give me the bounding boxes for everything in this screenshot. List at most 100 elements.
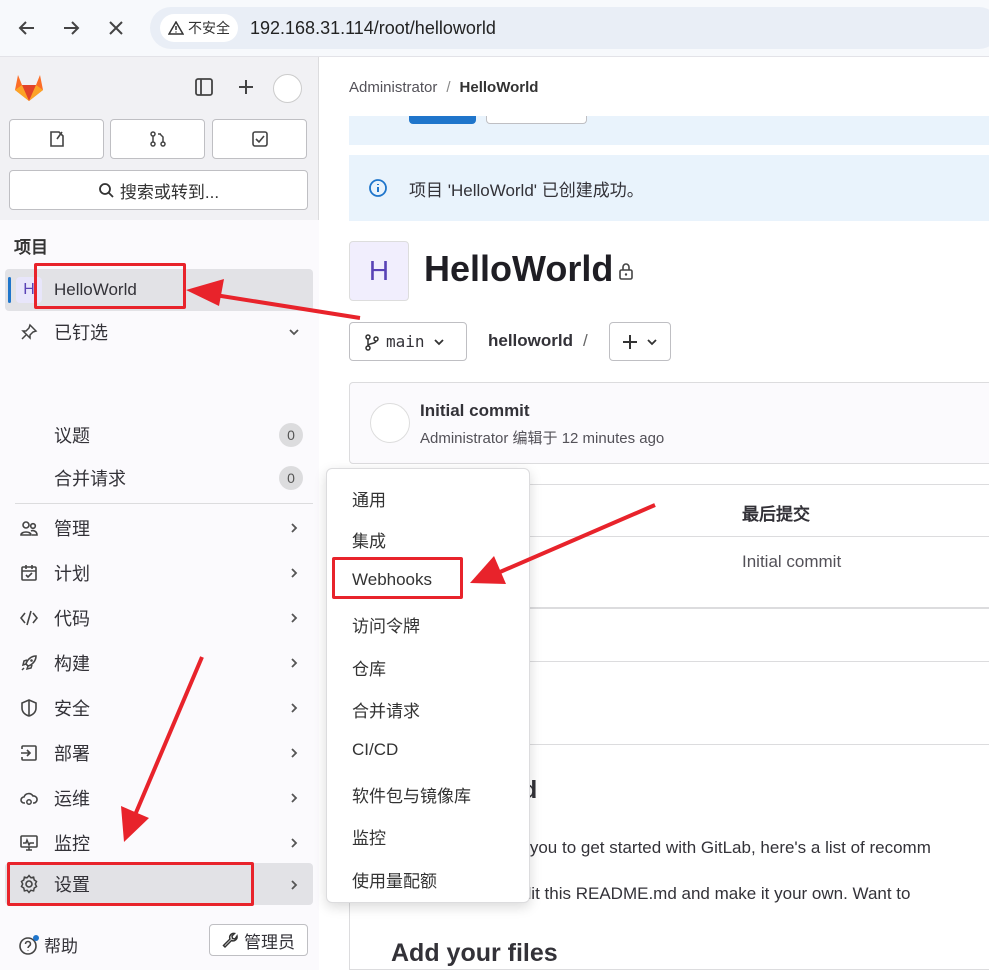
help-label: 帮助 [44,937,78,956]
issues-label: 议题 [54,426,90,446]
sidebar-item-build[interactable]: 构建 [5,643,313,683]
stop-loading-icon[interactable] [102,14,130,42]
commit-author-avatar[interactable] [370,403,410,443]
sidebar-nav: 项目 H HelloWorld 已钉选 议题 0 合并请求 0 管理 计划 代码… [0,220,319,970]
merge-request-icon [149,131,166,147]
merge-requests-button[interactable] [110,119,205,159]
chevron-right-icon [287,564,301,585]
monitor-label: 监控 [54,834,90,854]
back-icon[interactable] [13,14,41,42]
banner-primary-button[interactable] [409,116,476,124]
issues-count-badge: 0 [279,423,303,447]
pinned-label: 已钉选 [54,323,108,343]
project-avatar: H [349,241,409,301]
cloud-gear-icon [17,786,41,810]
repo-path-root[interactable]: helloworld [488,331,573,350]
users-icon [17,516,41,540]
issues-icon [49,131,64,147]
search-label: 搜索或转到... [119,182,220,202]
readme-paragraph: or you to get started with GitLab, here'… [510,838,931,857]
merge-requests-count-badge: 0 [279,466,303,490]
issues-button[interactable] [9,119,104,159]
user-avatar[interactable] [273,74,302,103]
menu-item-usage-quotas[interactable]: 使用量配额 [352,867,437,892]
branch-name: main [386,332,425,351]
alert-text: 项目 'HelloWorld' 已创建成功。 [409,180,644,200]
sidebar-item-pinned[interactable]: 已钉选 [5,312,313,352]
add-to-tree-button[interactable] [609,322,671,361]
breadcrumb-parent[interactable]: Administrator [349,79,437,96]
deploy-label: 部署 [54,744,90,764]
sidebar-item-plan[interactable]: 计划 [5,553,313,593]
repo-path-separator: / [583,331,588,350]
chevron-down-icon [287,323,301,344]
menu-item-access-tokens[interactable]: 访问令牌 [352,612,420,637]
annotation-box-settings [7,862,254,906]
repo-path: helloworld / [488,331,588,351]
settings-flyout-menu: 通用 集成 Webhooks 访问令牌 仓库 合并请求 CI/CD 软件包与镜像… [326,468,530,903]
banner-remnant [349,116,989,145]
calendar-icon [17,561,41,585]
plan-label: 计划 [54,564,90,584]
chevron-right-icon [287,744,301,765]
banner-secondary-button[interactable] [486,116,587,124]
chevron-down-icon [433,338,444,345]
admin-button[interactable]: 管理员 [209,924,308,956]
build-label: 构建 [54,654,90,674]
commit-author[interactable]: Administrator [420,430,508,447]
last-commit-panel: Initial commit Administrator 编辑于 12 minu… [349,382,989,464]
menu-item-merge-requests[interactable]: 合并请求 [352,697,420,722]
manage-label: 管理 [54,519,90,539]
merge-requests-label: 合并请求 [54,469,126,489]
menu-item-monitor[interactable]: 监控 [352,824,386,849]
sidebar-item-monitor[interactable]: 监控 [5,823,313,863]
sidebar-item-issues[interactable]: 议题 0 [5,416,313,454]
sidebar-item-merge-requests[interactable]: 合并请求 0 [5,459,313,497]
sidebar-item-operate[interactable]: 运维 [5,778,313,818]
branch-selector[interactable]: main [349,322,467,361]
section-title: 项目 [14,238,48,257]
sidebar-toggle-icon[interactable] [192,75,216,99]
help-button[interactable]: 帮助 [18,932,78,957]
code-label: 代码 [54,609,90,629]
chevron-right-icon [287,519,301,540]
todo-icon [251,131,268,147]
readme-paragraph: ust edit this README.md and make it your… [485,884,911,903]
page-title: HelloWorld [424,248,614,289]
forward-icon[interactable] [57,14,85,42]
plus-icon[interactable] [234,75,258,99]
address-bar[interactable]: 不安全 192.168.31.114/root/helloworld [150,7,989,49]
menu-item-repository[interactable]: 仓库 [352,655,386,680]
sidebar-item-secure[interactable]: 安全 [5,688,313,728]
sidebar-item-deploy[interactable]: 部署 [5,733,313,773]
secure-label: 安全 [54,699,90,719]
todo-button[interactable] [212,119,307,159]
active-indicator [8,277,11,303]
security-indicator[interactable]: 不安全 [160,14,238,42]
menu-item-packages-registries[interactable]: 软件包与镜像库 [352,782,471,807]
breadcrumb-current[interactable]: HelloWorld [460,79,539,96]
search-icon [99,183,114,198]
chevron-right-icon [287,609,301,630]
operate-label: 运维 [54,789,90,809]
menu-item-ci-cd[interactable]: CI/CD [352,740,398,760]
branch-icon [365,333,379,351]
warning-icon [168,21,184,35]
shield-icon [17,696,41,720]
table-cell-last-commit[interactable]: Initial commit [742,552,841,572]
monitor-icon [17,831,41,855]
commit-meta: Administrator 编辑于 12 minutes ago [420,427,664,448]
gitlab-logo[interactable] [12,71,46,103]
sidebar-item-manage[interactable]: 管理 [5,508,313,548]
menu-item-integrations[interactable]: 集成 [352,527,386,552]
pin-icon [17,320,41,344]
chevron-right-icon [287,834,301,855]
help-icon [19,934,39,955]
sidebar: 搜索或转到... 项目 H HelloWorld 已钉选 议题 0 合并请求 0… [0,57,319,970]
sidebar-item-code[interactable]: 代码 [5,598,313,638]
commit-title[interactable]: Initial commit [420,401,530,421]
search-button[interactable]: 搜索或转到... [9,170,308,210]
annotation-box-project [34,263,186,309]
info-icon [368,178,388,198]
menu-item-general[interactable]: 通用 [352,486,386,511]
